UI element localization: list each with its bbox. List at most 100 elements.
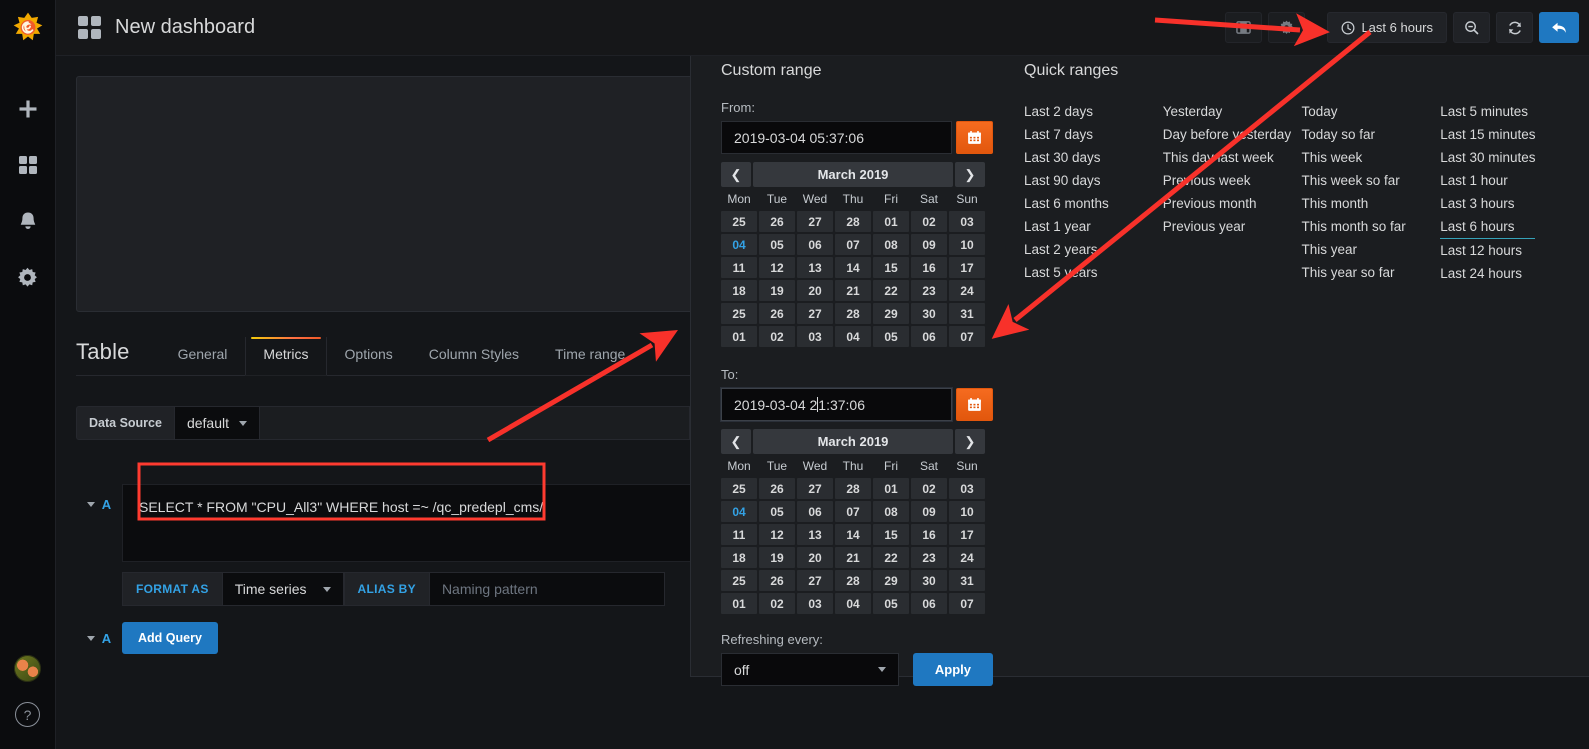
calendar-day[interactable]: 27 xyxy=(797,303,833,324)
calendar-day[interactable]: 22 xyxy=(873,547,909,568)
to-input[interactable]: 2019-03-04 2 1:37:06 xyxy=(721,388,952,421)
calendar-day[interactable]: 18 xyxy=(721,280,757,301)
quick-range-item[interactable]: This year xyxy=(1302,238,1441,261)
calendar-day[interactable]: 21 xyxy=(835,547,871,568)
quick-range-item[interactable]: Last 15 minutes xyxy=(1440,123,1579,146)
quick-range-item[interactable]: Today xyxy=(1302,100,1441,123)
from-calendar-button[interactable] xyxy=(956,121,993,154)
format-as-select[interactable]: Time series xyxy=(221,572,344,606)
sidebar-item-configuration[interactable] xyxy=(0,260,56,294)
calendar-day[interactable]: 05 xyxy=(873,593,909,614)
calendar-day[interactable]: 03 xyxy=(797,326,833,347)
calendar-day[interactable]: 28 xyxy=(835,570,871,591)
calendar-day[interactable]: 24 xyxy=(949,280,985,301)
next-month-button[interactable]: ❯ xyxy=(955,162,985,187)
calendar-day[interactable]: 10 xyxy=(949,234,985,255)
calendar-day[interactable]: 28 xyxy=(835,211,871,232)
quick-range-item[interactable]: This month xyxy=(1302,192,1441,215)
calendar-day[interactable]: 17 xyxy=(949,257,985,278)
calendar-day[interactable]: 01 xyxy=(721,326,757,347)
calendar-day[interactable]: 05 xyxy=(759,234,795,255)
calendar-day[interactable]: 30 xyxy=(911,570,947,591)
calendar-day[interactable]: 08 xyxy=(873,234,909,255)
quick-range-item[interactable]: Last 3 hours xyxy=(1440,192,1579,215)
calendar-day[interactable]: 04 xyxy=(721,234,757,255)
quick-range-item[interactable]: This week so far xyxy=(1302,169,1441,192)
quick-range-item[interactable]: This month so far xyxy=(1302,215,1441,238)
calendar-day[interactable]: 26 xyxy=(759,211,795,232)
calendar-day[interactable]: 01 xyxy=(873,478,909,499)
calendar-day[interactable]: 02 xyxy=(911,478,947,499)
zoom-out-button[interactable] xyxy=(1453,12,1490,43)
sidebar-item-dashboards[interactable] xyxy=(0,148,56,182)
quick-range-item[interactable]: Last 12 hours xyxy=(1440,239,1579,262)
sidebar-item-create[interactable] xyxy=(0,92,56,126)
calendar-day[interactable]: 28 xyxy=(835,478,871,499)
quick-range-item[interactable]: Last 1 hour xyxy=(1440,169,1579,192)
add-query-button[interactable]: Add Query xyxy=(122,622,218,654)
calendar-day[interactable]: 08 xyxy=(873,501,909,522)
calendar-day[interactable]: 18 xyxy=(721,547,757,568)
calendar-day[interactable]: 17 xyxy=(949,524,985,545)
quick-range-item[interactable]: Last 7 days xyxy=(1024,123,1163,146)
calendar-day[interactable]: 28 xyxy=(835,303,871,324)
calendar-day[interactable]: 26 xyxy=(759,303,795,324)
calendar-day[interactable]: 12 xyxy=(759,524,795,545)
refresh-interval-select[interactable]: off xyxy=(721,653,899,686)
calendar-day[interactable]: 14 xyxy=(835,257,871,278)
calendar-day[interactable]: 04 xyxy=(721,501,757,522)
calendar-day[interactable]: 01 xyxy=(721,593,757,614)
alias-by-input[interactable]: Naming pattern xyxy=(428,572,665,606)
help-icon[interactable]: ? xyxy=(15,702,40,727)
calendar-day[interactable]: 27 xyxy=(797,211,833,232)
calendar-day[interactable]: 10 xyxy=(949,501,985,522)
calendar-day[interactable]: 06 xyxy=(797,234,833,255)
calendar-day[interactable]: 21 xyxy=(835,280,871,301)
calendar-day[interactable]: 02 xyxy=(759,326,795,347)
to-calendar-button[interactable] xyxy=(956,388,993,421)
calendar-day[interactable]: 30 xyxy=(911,303,947,324)
back-button[interactable] xyxy=(1539,12,1579,43)
calendar-day[interactable]: 20 xyxy=(797,280,833,301)
next-month-button[interactable]: ❯ xyxy=(955,429,985,454)
calendar-day[interactable]: 23 xyxy=(911,280,947,301)
calendar-day[interactable]: 25 xyxy=(721,211,757,232)
calendar-day[interactable]: 06 xyxy=(911,593,947,614)
time-range-picker-button[interactable]: Last 6 hours xyxy=(1327,12,1447,43)
calendar-day[interactable]: 16 xyxy=(911,257,947,278)
calendar-day[interactable]: 31 xyxy=(949,303,985,324)
quick-range-item[interactable]: Previous month xyxy=(1163,192,1302,215)
quick-range-item[interactable]: Last 2 years xyxy=(1024,238,1163,261)
save-dashboard-button[interactable] xyxy=(1225,12,1263,43)
tab-time-range[interactable]: Time range xyxy=(537,346,643,375)
calendar-day[interactable]: 04 xyxy=(835,326,871,347)
quick-range-item[interactable]: Previous week xyxy=(1163,169,1302,192)
avatar[interactable] xyxy=(14,655,41,682)
quick-range-item[interactable]: Previous year xyxy=(1163,215,1302,238)
calendar-day[interactable]: 29 xyxy=(873,303,909,324)
quick-range-item[interactable]: Day before yesterday xyxy=(1163,123,1302,146)
calendar-day[interactable]: 23 xyxy=(911,547,947,568)
quick-range-item[interactable]: Last 90 days xyxy=(1024,169,1163,192)
query-collapse-toggle[interactable]: A xyxy=(76,484,122,524)
calendar-day[interactable]: 04 xyxy=(835,593,871,614)
calendar-day[interactable]: 16 xyxy=(911,524,947,545)
calendar-day[interactable]: 13 xyxy=(797,524,833,545)
calendar-day[interactable]: 07 xyxy=(949,593,985,614)
dashboard-title-button[interactable]: New dashboard xyxy=(78,16,255,39)
calendar-day[interactable]: 07 xyxy=(835,501,871,522)
calendar-day[interactable]: 26 xyxy=(759,570,795,591)
calendar-day[interactable]: 12 xyxy=(759,257,795,278)
quick-range-item[interactable]: This day last week xyxy=(1163,146,1302,169)
quick-range-item[interactable]: Last 2 days xyxy=(1024,100,1163,123)
quick-range-item[interactable]: Yesterday xyxy=(1163,100,1302,123)
tab-metrics[interactable]: Metrics xyxy=(245,337,327,376)
grafana-logo[interactable] xyxy=(0,0,56,56)
quick-range-item[interactable]: Last 5 minutes xyxy=(1440,100,1579,123)
quick-range-item[interactable]: Last 24 hours xyxy=(1440,262,1579,285)
sidebar-item-alerting[interactable] xyxy=(0,204,56,238)
calendar-day[interactable]: 22 xyxy=(873,280,909,301)
refresh-button[interactable] xyxy=(1496,12,1533,43)
calendar-day[interactable]: 15 xyxy=(873,257,909,278)
calendar-day[interactable]: 09 xyxy=(911,501,947,522)
